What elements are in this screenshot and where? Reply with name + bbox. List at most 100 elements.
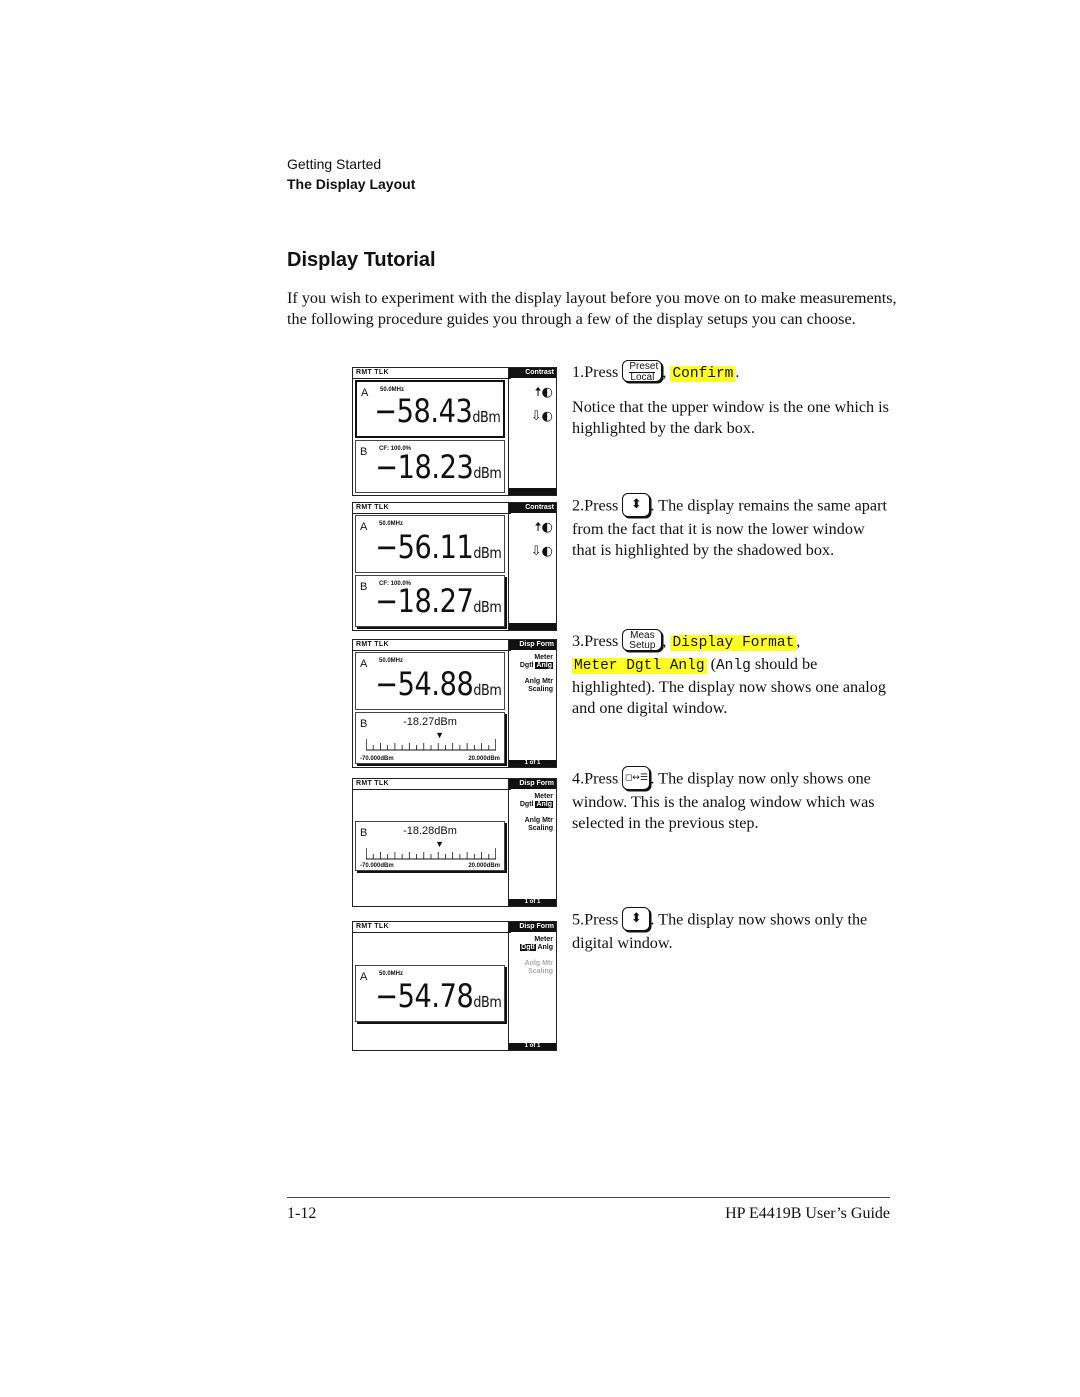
page-indicator: 1 of 1 [509,1043,556,1050]
up-down-arrow-icon: ⬍ [630,497,642,512]
running-header-subsection: The Display Layout [287,176,416,192]
running-header-section: Getting Started [287,156,382,172]
paren: ( [706,655,716,673]
intro-paragraph: If you wish to experiment with the displ… [287,289,897,328]
display-format-softkey[interactable]: Display Format [670,635,797,651]
value-unit: dBm [472,408,500,426]
instrument-screen-2: RMT TLK A 50.0MHz −56.11dBm B CF: 100.0%… [352,502,557,631]
softkey-panel: Disp Form Meter Dgtl Anlg Anlg Mtr Scali… [508,779,556,906]
channel-label: A [360,658,368,670]
step-2: 2.Press ⬍. The display remains the same … [572,493,892,561]
window-upper: A 50.0MHz −58.43dBm [355,380,505,438]
status-bar: RMT TLK [353,503,511,514]
window-single-analog: B -18.28dBm ▼ -70.000dBm 20.000dBm [355,821,505,871]
value-unit: dBm [473,681,501,699]
option-anlg: Anlg [537,944,553,951]
value-number: −58.43 [373,392,473,430]
softkey-panel: Disp Form Meter Dgtl Anlg Anlg Mtr Scali… [508,922,556,1050]
contrast-up-softkey[interactable]: 🠅◐ [509,386,556,400]
instrument-screen-5: RMT TLK A 50.0MHz −54.78dBm Disp Form Me… [352,921,557,1051]
option-dgtl: Dgtl [519,801,534,808]
step-number: 3.Press [572,632,619,650]
menu-title: Disp Form [509,640,556,650]
softkey-meter-options: Dgtl Anlg [509,801,556,809]
menu-title: Disp Form [509,922,556,932]
meter-dgtl-anlg-softkey[interactable]: Meter Dgtl Anlg [572,658,707,674]
menu-footer [509,623,556,630]
meas-setup-key[interactable]: Meas Setup [622,629,663,652]
softkey-anlg-mtr-scaling[interactable]: Anlg Mtr Scaling [509,678,556,694]
meter-scale [366,739,496,751]
period: . [735,363,740,381]
contrast-down-icon: ⇩◐ [530,544,553,559]
softkey-meter[interactable]: Meter Dgtl Anlg [509,793,556,809]
channel-label: B [360,581,368,593]
softkey-meter[interactable]: Meter Dgtl Anlg [509,654,556,670]
window-upper: A 50.0MHz −56.11dBm [355,515,505,573]
page-indicator: 1 of 1 [509,899,556,906]
status-bar: RMT TLK [353,922,511,933]
measurement-value: −54.78dBm [375,979,502,1019]
contrast-down-icon: ⇩◐ [530,409,553,424]
measurement-value: −58.43dBm [373,392,501,434]
meter-scale-min: -70.000dBm [360,756,394,762]
meter-scale-max: 20.000dBm [468,756,500,762]
page-number: 1-12 [287,1205,317,1222]
value-unit: dBm [473,544,501,562]
up-down-arrow-key[interactable]: ⬍ [622,907,651,931]
instrument-screen-4: RMT TLK B -18.28dBm ▼ -70.000dBm 20.000d… [352,778,557,907]
separator: , [662,363,667,381]
status-bar: RMT TLK [353,779,511,790]
menu-footer [509,488,556,495]
meter-scale [366,848,496,860]
status-bar: RMT TLK [353,368,511,379]
window-single-digital: A 50.0MHz −54.78dBm [355,965,505,1022]
step-4: 4.Press ◻↔☰. The display now only shows … [572,766,892,834]
footer-divider [287,1197,890,1198]
anlg-code: Anlg [715,658,751,674]
preset-local-key[interactable]: Preset Local [622,360,663,383]
window-lower-analog: B -18.27dBm ▼ -70.000dBm 20.000dBm [355,712,505,764]
instrument-screen-3: RMT TLK A 50.0MHz −54.88dBm B -18.27dBm … [352,639,557,768]
softkey-scaling-line1: Anlg Mtr [524,817,553,824]
softkey-scaling-line2: Scaling [528,968,553,975]
option-anlg-selected: Anlg [535,662,553,669]
value-number: −54.88 [374,665,474,703]
option-dgtl: Dgtl [519,662,534,669]
value-unit: dBm [473,993,501,1011]
softkey-scaling-line1: Anlg Mtr [524,960,553,967]
measurement-value: −18.27dBm [374,582,502,624]
status-bar: RMT TLK [353,640,511,651]
softkey-panel: Contrast 🠅◐ ⇩◐ [508,503,556,630]
value-number: −18.27 [374,582,474,620]
value-unit: dBm [473,464,501,482]
contrast-up-icon: 🠅◐ [534,520,553,535]
contrast-up-softkey[interactable]: 🠅◐ [509,521,556,535]
measurement-value: −18.23dBm [375,450,502,490]
instrument-screen-1: RMT TLK A 50.0MHz −58.43dBm B CF: 100.0%… [352,367,557,496]
contrast-up-icon: 🠅◐ [534,385,553,400]
meter-scale-min: -70.000dBm [360,863,394,869]
contrast-down-softkey[interactable]: ⇩◐ [509,410,556,424]
softkey-meter[interactable]: Meter Dgtl Anlg [509,936,556,952]
channel-label: A [360,521,368,533]
step-1: 1.Press Preset Local, Confirm. Notice tha… [572,360,892,439]
step-3: 3.Press Meas Setup, Display Format, Meter… [572,629,892,719]
channel-label: A [361,387,369,399]
softkey-anlg-mtr-scaling[interactable]: Anlg Mtr Scaling [509,817,556,833]
menu-title: Disp Form [509,779,556,789]
channel-label: A [360,971,368,983]
up-down-arrow-key[interactable]: ⬍ [622,493,651,517]
softkey-panel: Disp Form Meter Dgtl Anlg Anlg Mtr Scali… [508,640,556,767]
window-toggle-key[interactable]: ◻↔☰ [622,766,651,790]
channel-label: B [360,446,368,458]
softkey-meter-label: Meter [534,793,553,800]
window-toggle-icon: ◻↔☰ [624,773,648,783]
menu-title: Contrast [509,368,556,378]
confirm-softkey[interactable]: Confirm [670,366,736,382]
step-number: 1.Press [572,363,619,381]
step-number: 5.Press [572,910,619,929]
step-number: 2.Press [572,496,619,515]
contrast-down-softkey[interactable]: ⇩◐ [509,545,556,559]
step-2-text: . The display remains the same apart fro… [572,496,887,559]
